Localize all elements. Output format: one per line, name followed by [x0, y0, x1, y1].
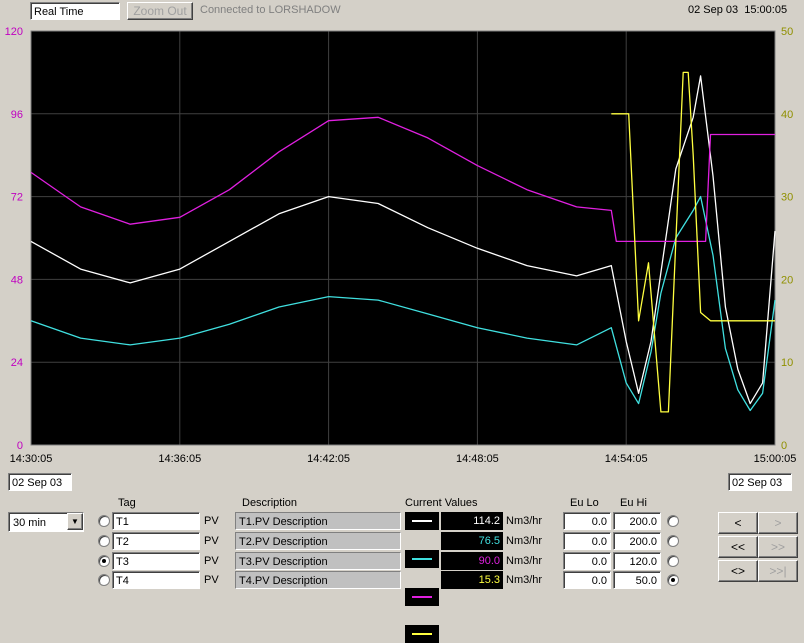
- tag-select-radio[interactable]: [98, 555, 110, 567]
- fast-back-button[interactable]: <<: [718, 536, 758, 558]
- header-eu-hi: Eu Hi: [620, 497, 647, 509]
- tag-field[interactable]: T1: [112, 512, 200, 530]
- pv-label: PV: [204, 574, 219, 586]
- mode-field[interactable]: Real Time: [30, 2, 120, 20]
- time-range-value: 30 min: [13, 517, 47, 529]
- zoom-out-button[interactable]: Zoom Out: [127, 2, 193, 20]
- eu-hi-field[interactable]: 120.0: [613, 552, 661, 570]
- y-right-tick-label: 50: [781, 26, 793, 38]
- time-range-select[interactable]: 30 min ▼: [8, 512, 84, 532]
- end-date-field[interactable]: 02 Sep 03: [728, 473, 792, 491]
- x-tick-label: 14:36:05: [158, 453, 201, 465]
- current-value: 76.5: [441, 532, 503, 550]
- eu-hi-field[interactable]: 200.0: [613, 532, 661, 550]
- description-field: T1.PV Description: [235, 512, 401, 530]
- y-right-tick-label: 20: [781, 274, 793, 286]
- axis-select-radio[interactable]: [667, 535, 679, 547]
- header-description: Description: [242, 497, 298, 509]
- tag-field[interactable]: T3: [112, 552, 200, 570]
- y-left-tick-label: 0: [17, 440, 23, 452]
- units-label: Nm3/hr: [506, 574, 543, 586]
- current-value: 15.3: [441, 571, 503, 589]
- tag-select-radio[interactable]: [98, 535, 110, 547]
- x-tick-label: 14:30:05: [10, 453, 53, 465]
- axis-select-radio[interactable]: [667, 515, 679, 527]
- plot-area[interactable]: [31, 31, 775, 445]
- y-left-tick-label: 72: [11, 192, 23, 204]
- pen-color-swatch[interactable]: [405, 588, 439, 606]
- current-value: 114.2: [441, 512, 503, 530]
- axis-select-radio[interactable]: [667, 555, 679, 567]
- current-value: 90.0: [441, 552, 503, 570]
- pv-label: PV: [204, 555, 219, 567]
- description-field: T2.PV Description: [235, 532, 401, 550]
- description-field: T4.PV Description: [235, 571, 401, 589]
- current-timestamp: 02 Sep 03 15:00:05: [688, 4, 788, 16]
- pen-color-swatch[interactable]: [405, 512, 439, 530]
- expand-button[interactable]: <>: [718, 560, 758, 582]
- description-field: T3.PV Description: [235, 552, 401, 570]
- tag-select-radio[interactable]: [98, 574, 110, 586]
- eu-lo-field[interactable]: 0.0: [563, 552, 611, 570]
- y-left-tick-label: 96: [11, 109, 23, 121]
- x-tick-label: 15:00:05: [754, 453, 797, 465]
- pen-color-swatch[interactable]: [405, 550, 439, 568]
- header-current-values: Current Values: [405, 497, 478, 509]
- eu-hi-field[interactable]: 50.0: [613, 571, 661, 589]
- connection-status: Connected to LORSHADOW: [200, 4, 341, 16]
- header-tag: Tag: [118, 497, 136, 509]
- eu-lo-field[interactable]: 0.0: [563, 571, 611, 589]
- jump-end-button[interactable]: >>|: [758, 560, 798, 582]
- units-label: Nm3/hr: [506, 535, 543, 547]
- y-left-tick-label: 120: [5, 26, 23, 38]
- y-right-tick-label: 10: [781, 357, 793, 369]
- y-right-tick-label: 40: [781, 109, 793, 121]
- x-tick-label: 14:54:05: [605, 453, 648, 465]
- pv-label: PV: [204, 535, 219, 547]
- tag-field[interactable]: T2: [112, 532, 200, 550]
- dropdown-button[interactable]: ▼: [67, 513, 83, 530]
- scroll-back-button[interactable]: <: [718, 512, 758, 534]
- trend-chart[interactable]: 14:30:05 14:36:05 14:42:05 14:48:05 14:54:05…: [0, 22, 804, 494]
- eu-hi-field[interactable]: 200.0: [613, 512, 661, 530]
- pv-label: PV: [204, 515, 219, 527]
- y-right-tick-label: 30: [781, 192, 793, 204]
- y-left-tick-label: 24: [11, 357, 23, 369]
- start-date-field[interactable]: 02 Sep 03: [8, 473, 72, 491]
- units-label: Nm3/hr: [506, 555, 543, 567]
- y-right-tick-label: 0: [781, 440, 787, 452]
- fast-forward-button[interactable]: >>: [758, 536, 798, 558]
- pen-color-swatch[interactable]: [405, 625, 439, 643]
- axis-select-radio[interactable]: [667, 574, 679, 586]
- tag-select-radio[interactable]: [98, 515, 110, 527]
- y-left-tick-label: 48: [11, 274, 23, 286]
- eu-lo-field[interactable]: 0.0: [563, 532, 611, 550]
- scroll-forward-button[interactable]: >: [758, 512, 798, 534]
- eu-lo-field[interactable]: 0.0: [563, 512, 611, 530]
- tag-field[interactable]: T4: [112, 571, 200, 589]
- units-label: Nm3/hr: [506, 515, 543, 527]
- header-eu-lo: Eu Lo: [570, 497, 599, 509]
- x-tick-label: 14:42:05: [307, 453, 350, 465]
- x-tick-label: 14:48:05: [456, 453, 499, 465]
